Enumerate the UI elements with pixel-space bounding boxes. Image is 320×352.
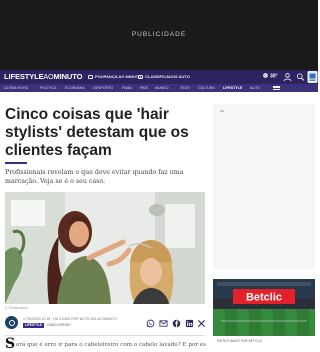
linkedin-icon[interactable] [185, 319, 194, 328]
nav-cultura[interactable]: CULTURA [198, 86, 215, 90]
classificados-link[interactable]: CLASSIFICADOS AUTO [138, 74, 190, 79]
hairdresser-photo [5, 192, 205, 304]
nav-economia[interactable]: ECONOMIA [65, 86, 85, 90]
dropcap-letter: S [5, 336, 16, 352]
article-byline: 17/02/2025 12:15 ‧ HÁ 4 DIAS POR NOTÍCIA… [5, 316, 206, 332]
section-nav: ÚLTIMA HORA POLÍTICA ECONOMIA DESPORTO F… [0, 84, 318, 92]
top-ad-banner[interactable]: PUBLICIDADE [0, 0, 318, 70]
top-navbar: LIFESTYLEAOMINUTO POUPANÇA AO MINUTO CLA… [0, 70, 318, 84]
article-body-first-line: erá que é erro ir para o cabeleireiro co… [16, 342, 206, 348]
nav-desporto[interactable]: DESPORTO [93, 86, 113, 90]
nav-lifestyle[interactable]: LIFESTYLE [223, 86, 242, 90]
sponsor-caption: PATROCINADO POR BETCLIC [217, 339, 263, 343]
article-hero-image[interactable] [5, 192, 205, 304]
author-avatar[interactable] [5, 316, 18, 329]
site-logo[interactable]: LIFESTYLEAOMINUTO [4, 72, 82, 81]
email-icon[interactable] [159, 319, 168, 328]
user-icon[interactable] [283, 72, 292, 82]
sidebar-ad-label: AD [220, 109, 225, 113]
menu-icon[interactable] [273, 85, 280, 92]
facebook-icon[interactable] [172, 319, 181, 328]
piggy-bank-icon [88, 74, 93, 79]
betclic-sponsored-banner[interactable]: Betclic [213, 279, 315, 336]
car-icon [138, 74, 143, 79]
nav-politica[interactable]: POLÍTICA [40, 86, 56, 90]
nav-ultima-hora[interactable]: ÚLTIMA HORA [4, 86, 28, 90]
nav-auto[interactable]: AUTO [250, 86, 260, 90]
byline-divider [5, 335, 205, 336]
betclic-stadium-image: Betclic [213, 279, 315, 336]
sidebar-ad[interactable]: AD [213, 104, 315, 269]
photo-credit: © Shutterstock [5, 306, 29, 310]
nav-pais[interactable]: PAÍS [140, 86, 148, 90]
section-tag[interactable]: LIFESTYLE [23, 322, 45, 328]
weather-widget[interactable]: 30° [263, 73, 278, 80]
title-divider [5, 162, 27, 164]
poupanca-link[interactable]: POUPANÇA AO MINUTO [88, 74, 141, 79]
ad-label: PUBLICIDADE [131, 31, 187, 38]
publish-date: 17/02/2025 12:15 ‧ HÁ 4 DIAS POR NOTÍCIA… [23, 317, 117, 321]
article-subtitle: Profissionais revelam o que deve evitar … [5, 169, 184, 185]
app-badge-icon[interactable] [307, 70, 318, 84]
category-tag[interactable]: CABELEIREIRO [47, 323, 71, 327]
nav-fama[interactable]: FAMA [122, 86, 132, 90]
x-icon[interactable] [197, 319, 206, 328]
whatsapp-icon[interactable] [146, 319, 155, 328]
nav-mundo[interactable]: MUNDO [155, 86, 169, 90]
nav-tech[interactable]: TECH [180, 86, 190, 90]
search-icon[interactable] [296, 71, 305, 83]
betclic-logo-text: Betclic [246, 292, 282, 304]
weather-icon [263, 73, 268, 78]
article-title: Cinco coisas que 'hair stylists' detesta… [5, 106, 189, 159]
